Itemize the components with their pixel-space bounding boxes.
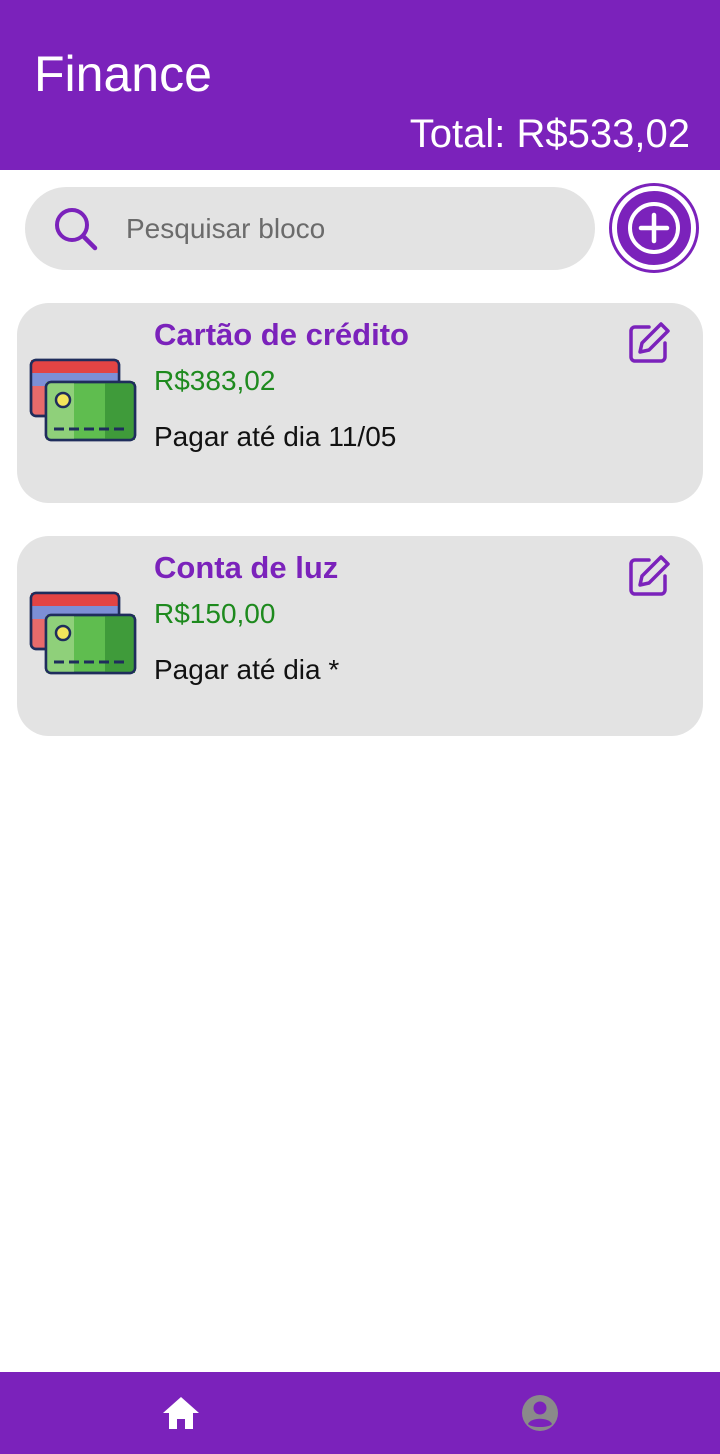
card-due-date: Pagar até dia 11/05 — [154, 421, 397, 452]
bottom-navigation — [0, 1372, 720, 1454]
card-due-date: Pagar até dia * — [154, 654, 340, 685]
credit-cards-icon — [29, 591, 137, 675]
credit-cards-icon — [29, 358, 137, 442]
plus-circle-icon — [628, 202, 680, 254]
search-icon — [55, 208, 98, 251]
home-icon[interactable] — [160, 1392, 202, 1434]
search-input[interactable] — [126, 207, 576, 251]
expense-card[interactable]: Conta de luz R$150,00 Pagar até dia * — [17, 536, 703, 736]
app-header: Finance Total: R$533,02 — [0, 0, 720, 170]
card-title: Conta de luz — [154, 550, 339, 585]
app-title: Finance — [34, 46, 212, 102]
card-title: Cartão de crédito — [154, 317, 409, 352]
total-amount: Total: R$533,02 — [409, 112, 690, 156]
card-amount: R$150,00 — [154, 598, 276, 629]
account-circle-icon[interactable] — [519, 1392, 561, 1434]
card-amount: R$383,02 — [154, 365, 276, 396]
add-button[interactable] — [612, 186, 696, 270]
expense-card[interactable]: Cartão de crédito R$383,02 Pagar até dia… — [17, 303, 703, 503]
edit-icon[interactable] — [627, 321, 671, 365]
edit-icon[interactable] — [627, 554, 671, 598]
